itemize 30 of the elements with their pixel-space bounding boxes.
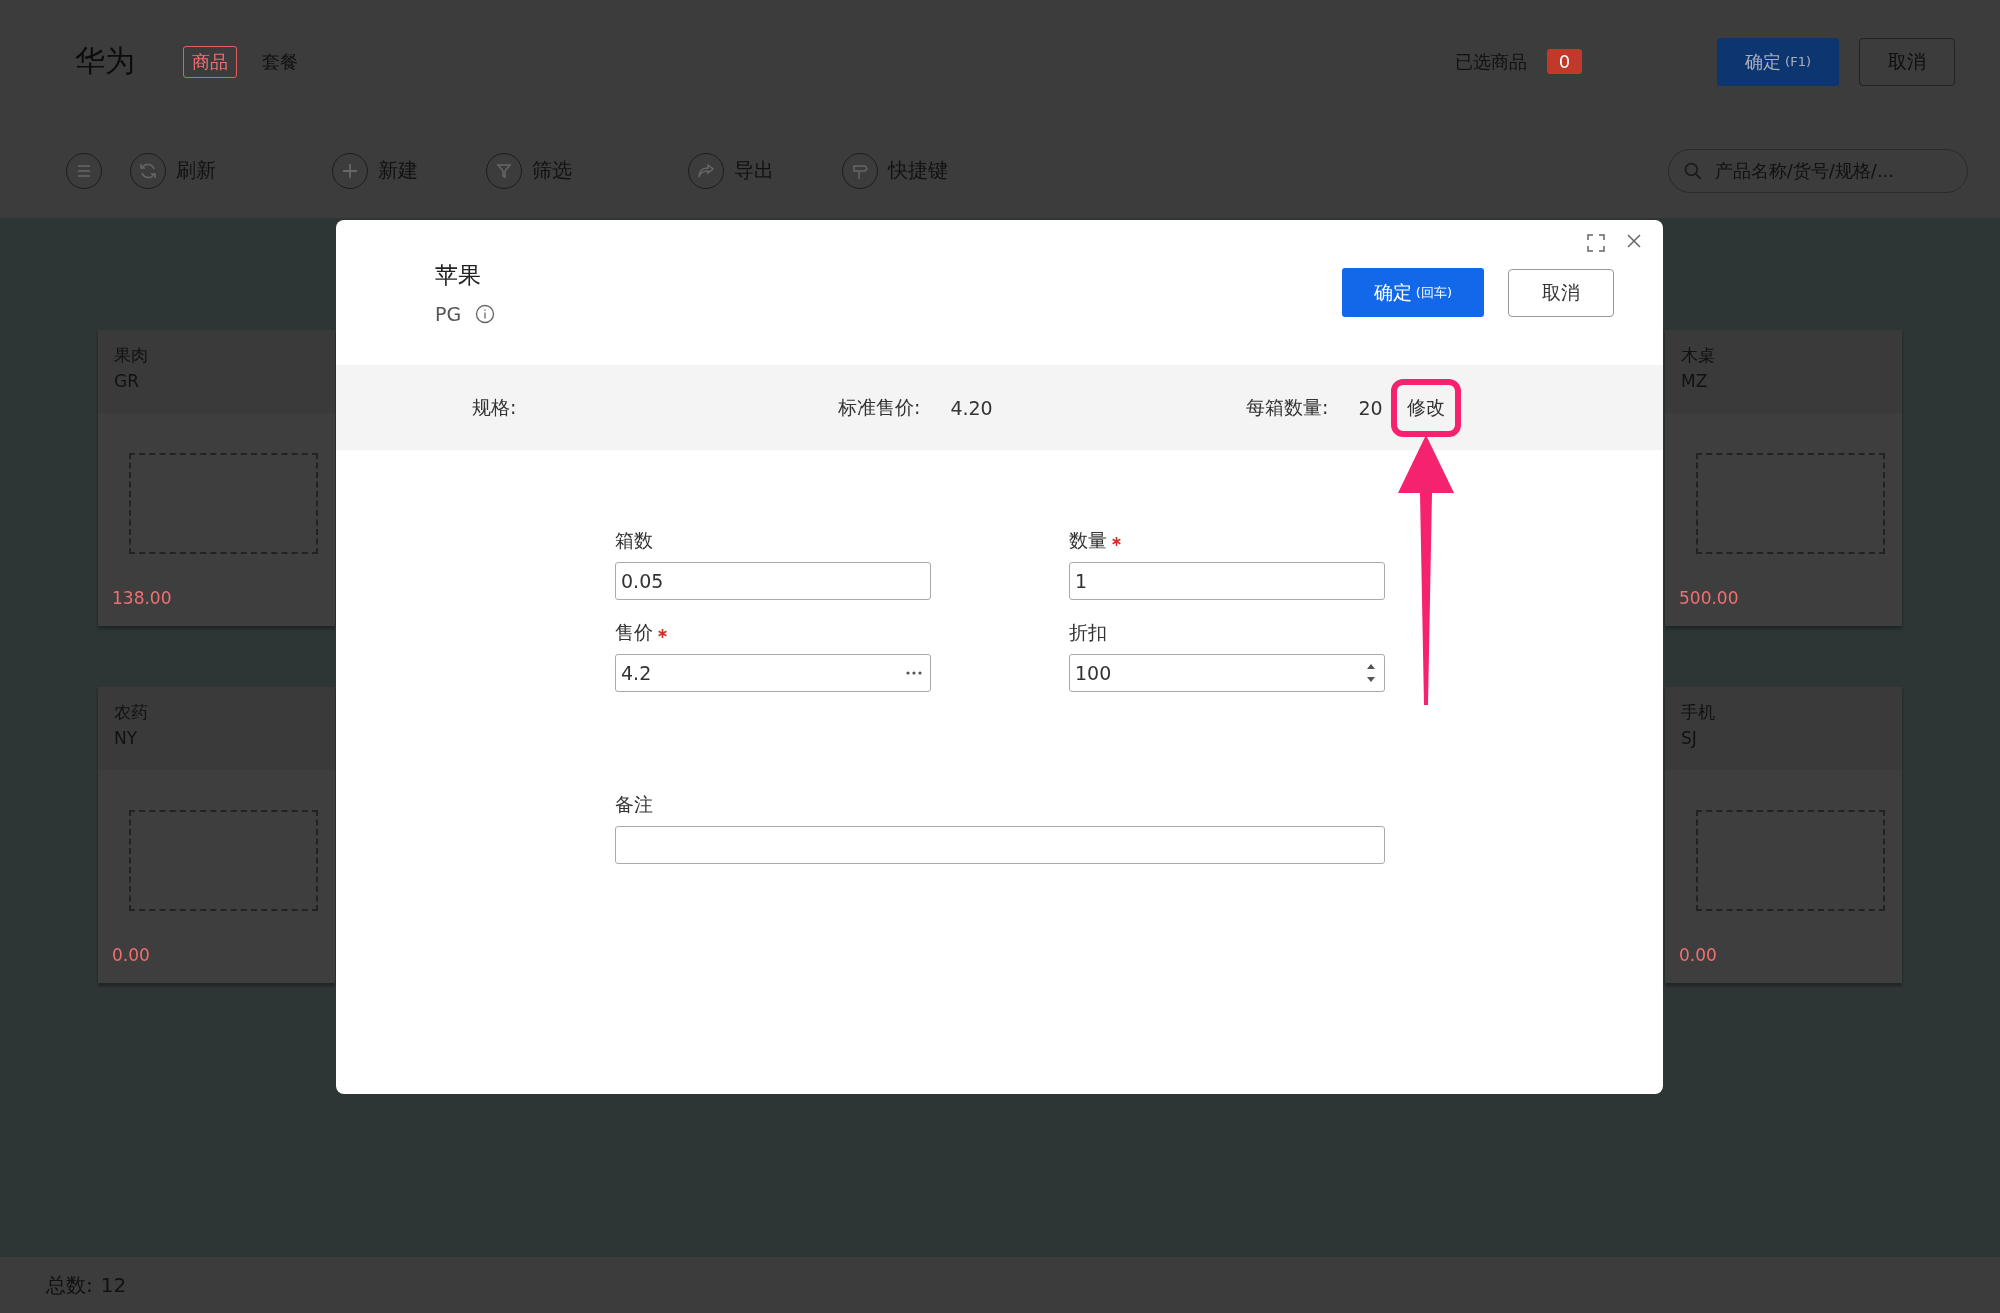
per-box-label: 每箱数量: — [1246, 394, 1329, 420]
spec-label: 规格: — [472, 394, 517, 420]
product-price: 500.00 — [1679, 588, 1739, 608]
more-icon — [906, 671, 922, 675]
spinner-icon — [1366, 662, 1376, 684]
product-code: PG — [435, 303, 462, 325]
dialog-title: 苹果 — [435, 261, 482, 290]
info-icon — [475, 304, 496, 324]
note-field[interactable] — [615, 826, 1385, 864]
count-badge: 0 — [1546, 49, 1583, 74]
edit-button[interactable]: 修改 — [1400, 386, 1451, 429]
confirm-button[interactable]: 确定 (回车) — [1341, 268, 1484, 317]
highlight-ring — [1390, 378, 1461, 437]
fullscreen-button[interactable] — [1587, 234, 1605, 252]
per-box-value: 20 — [1358, 396, 1383, 419]
field-label: 折扣 — [1069, 620, 1107, 645]
field-label: 数量 — [1069, 528, 1107, 553]
product-price: 138.00 — [112, 588, 172, 608]
category-tab[interactable]: 商品 — [183, 45, 237, 78]
confirm-button[interactable]: 确定 (F1) — [1717, 37, 1839, 86]
search-icon — [1683, 160, 1703, 181]
product-price: 0.00 — [1679, 945, 1717, 965]
field-label: 备注 — [615, 792, 653, 817]
product-price: 0.00 — [112, 945, 150, 965]
cancel-button[interactable]: 取消 — [1508, 268, 1614, 317]
field-label: 箱数 — [615, 528, 653, 553]
field-label: 售价 — [615, 620, 653, 645]
menu-icon — [76, 163, 92, 178]
price-label: 标准售价: — [838, 394, 921, 420]
price-value: 4.20 — [950, 396, 993, 419]
